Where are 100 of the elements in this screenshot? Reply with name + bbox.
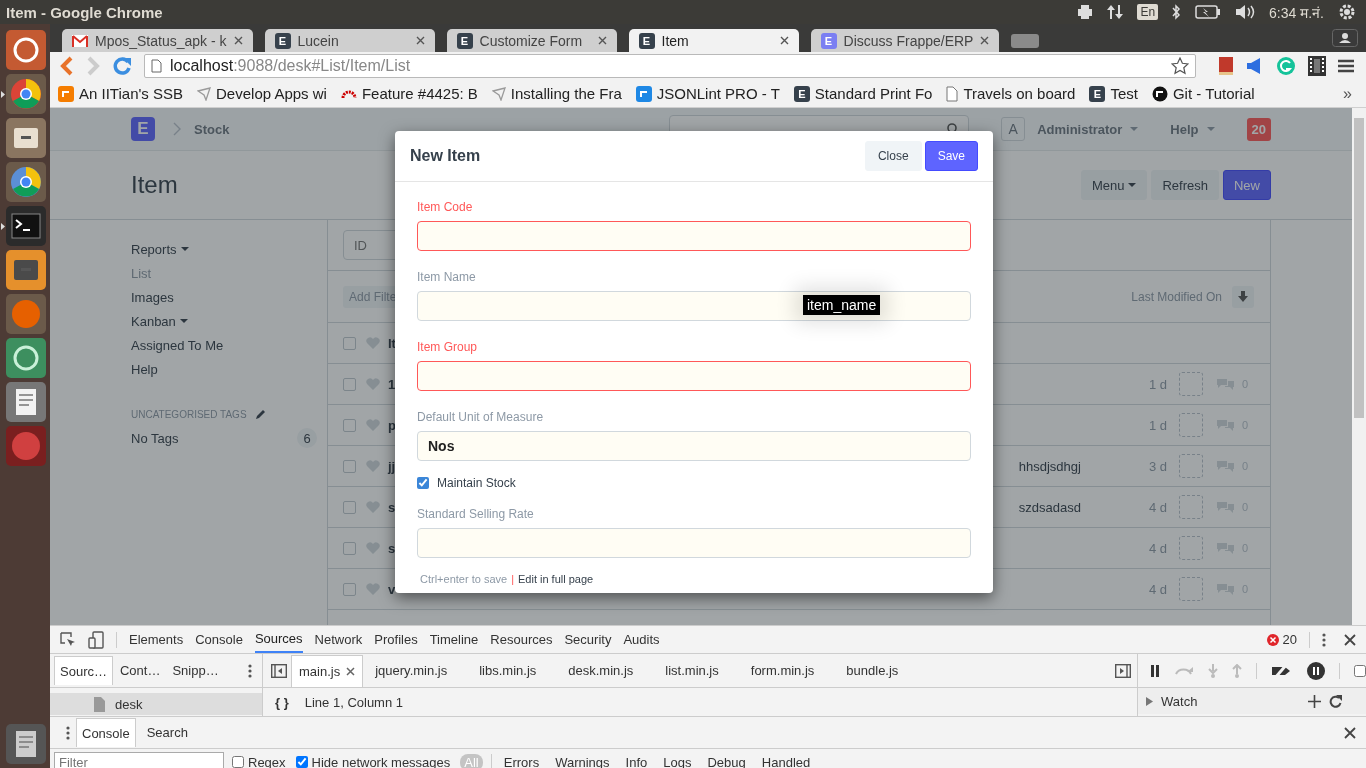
checkbox[interactable] <box>232 756 244 768</box>
close-icon[interactable] <box>346 666 356 676</box>
book-icon[interactable] <box>1218 56 1234 76</box>
file-tab[interactable]: desk.min.js <box>556 655 646 686</box>
bookmark[interactable]: JSONLint PRO - T <box>635 85 780 102</box>
browser-tab[interactable]: E Lucein <box>264 29 435 52</box>
item-name[interactable]: jj <box>388 458 396 474</box>
navigator-tab[interactable]: Snipp… <box>167 656 224 685</box>
toggle-navigator-icon[interactable] <box>271 663 287 678</box>
launcher-app-icon[interactable] <box>6 206 46 246</box>
sidebar-item[interactable]: Kanban <box>131 309 327 333</box>
close-button[interactable]: Close <box>864 141 922 171</box>
devtools-tab[interactable]: Security <box>564 626 612 653</box>
checkbox[interactable] <box>343 377 356 391</box>
device-icon[interactable] <box>88 630 104 649</box>
profile-icon[interactable] <box>1332 29 1358 47</box>
item-name[interactable]: 1 <box>388 376 396 392</box>
printer-icon[interactable] <box>1077 5 1094 19</box>
file-tab[interactable]: jquery.min.js <box>363 655 460 686</box>
launcher-app-icon[interactable] <box>6 724 46 764</box>
more-bookmarks-button[interactable]: » <box>1343 84 1352 103</box>
launcher-app-icon[interactable] <box>6 30 46 70</box>
input-field[interactable] <box>417 361 971 391</box>
bluetooth-icon[interactable] <box>1172 4 1182 20</box>
checkbox[interactable] <box>417 477 429 489</box>
address-bar[interactable]: localhost:9088/desk#List/Item/List <box>144 54 1196 78</box>
launcher-app-icon[interactable] <box>6 382 46 422</box>
clock[interactable]: 6:34 म.नं. <box>1269 2 1324 22</box>
devtools-tab[interactable]: Sources <box>254 626 303 653</box>
bookmark[interactable]: Develop Apps wi <box>197 85 327 102</box>
close-icon[interactable] <box>1344 633 1356 646</box>
item-name[interactable]: s <box>388 499 396 515</box>
sidebar-item[interactable]: Help <box>131 357 327 381</box>
menu-icon[interactable] <box>1338 59 1354 73</box>
checkbox[interactable] <box>343 541 356 555</box>
transfer-arrows-icon[interactable] <box>1107 4 1124 20</box>
full-page-link[interactable]: Edit in full page <box>518 573 594 585</box>
file-tree-item[interactable]: desk <box>50 693 262 715</box>
input-field[interactable]: Nos <box>417 431 971 461</box>
checkbox[interactable] <box>295 756 308 768</box>
volume-icon[interactable] <box>1235 4 1256 20</box>
bookmark[interactable]: Feature #4425: B <box>340 85 478 102</box>
launcher-app-icon[interactable] <box>6 162 46 202</box>
watch-section-header[interactable]: Watch <box>1161 693 1198 709</box>
item-name[interactable]: s <box>388 540 396 556</box>
bookmark[interactable]: Git - Tutorial <box>1151 85 1255 102</box>
bookmark[interactable]: An IITian's SSB <box>58 85 184 102</box>
keyboard-indicator[interactable]: En <box>1137 4 1159 20</box>
action-button[interactable]: Menu <box>1080 170 1148 200</box>
devtools-tab[interactable]: Audits <box>623 626 660 653</box>
bookmark[interactable]: E Test <box>1089 85 1138 102</box>
file-tab[interactable]: main.js <box>291 654 364 687</box>
save-button[interactable]: Save <box>924 141 978 171</box>
star-icon[interactable] <box>1171 57 1189 75</box>
file-tab[interactable]: libs.min.js <box>467 655 549 686</box>
more-options-icon[interactable] <box>66 725 70 740</box>
scrollbar[interactable] <box>1352 108 1366 625</box>
browser-tab[interactable]: E Discuss Frappe/ERP <box>810 29 1000 52</box>
film-strip-icon[interactable] <box>1308 56 1326 76</box>
pause-circle-icon[interactable] <box>1307 661 1325 680</box>
new-tab-button[interactable] <box>1011 34 1040 48</box>
browser-tab[interactable]: Mpos_Status_apk - k <box>62 29 253 52</box>
close-icon[interactable] <box>415 36 425 45</box>
close-icon[interactable] <box>1344 726 1356 739</box>
filter-field[interactable]: Filter <box>54 752 224 768</box>
back-icon[interactable] <box>60 56 74 76</box>
checkbox[interactable] <box>343 336 356 350</box>
expand-arrow-icon[interactable] <box>1146 696 1153 706</box>
pencil-icon[interactable] <box>254 409 266 420</box>
navigator-tab[interactable]: Cont… <box>114 656 166 685</box>
input-field[interactable] <box>417 221 971 251</box>
close-icon[interactable] <box>233 36 243 45</box>
refresh-icon[interactable] <box>1329 694 1342 708</box>
item-name[interactable]: v <box>388 581 396 597</box>
file-tab[interactable]: list.min.js <box>653 655 731 686</box>
sort-order-button[interactable] <box>1232 285 1254 308</box>
log-level-filter[interactable]: Handled <box>757 753 815 768</box>
format-button[interactable]: { } <box>275 694 289 710</box>
inspect-icon[interactable] <box>60 631 76 648</box>
sidebar-item[interactable]: Reports <box>131 237 327 261</box>
reload-icon[interactable] <box>112 56 132 76</box>
sidebar-item[interactable]: Assigned To Me <box>131 333 327 357</box>
file-tab[interactable]: bundle.js <box>834 655 911 686</box>
checkbox[interactable] <box>343 418 356 432</box>
browser-tab[interactable]: E Item <box>628 29 799 52</box>
item-name[interactable]: p <box>388 417 396 433</box>
error-count[interactable]: 20 <box>1282 632 1297 647</box>
close-icon[interactable] <box>980 36 990 45</box>
settings-icon[interactable] <box>1338 3 1356 21</box>
add-icon[interactable] <box>1308 694 1321 708</box>
action-button[interactable]: Refresh <box>1151 170 1219 200</box>
browser-tab[interactable]: E Customize Form <box>446 29 617 52</box>
checkbox[interactable] <box>343 582 356 596</box>
log-level-filter[interactable]: Errors <box>499 753 544 768</box>
launcher-app-icon[interactable] <box>6 74 46 114</box>
log-level-filter[interactable]: Info <box>621 753 652 768</box>
close-icon[interactable] <box>779 36 789 45</box>
more-options-icon[interactable] <box>248 663 252 678</box>
devtools-tab[interactable]: Network <box>314 626 363 653</box>
toggle-debugger-icon[interactable] <box>1115 663 1131 678</box>
